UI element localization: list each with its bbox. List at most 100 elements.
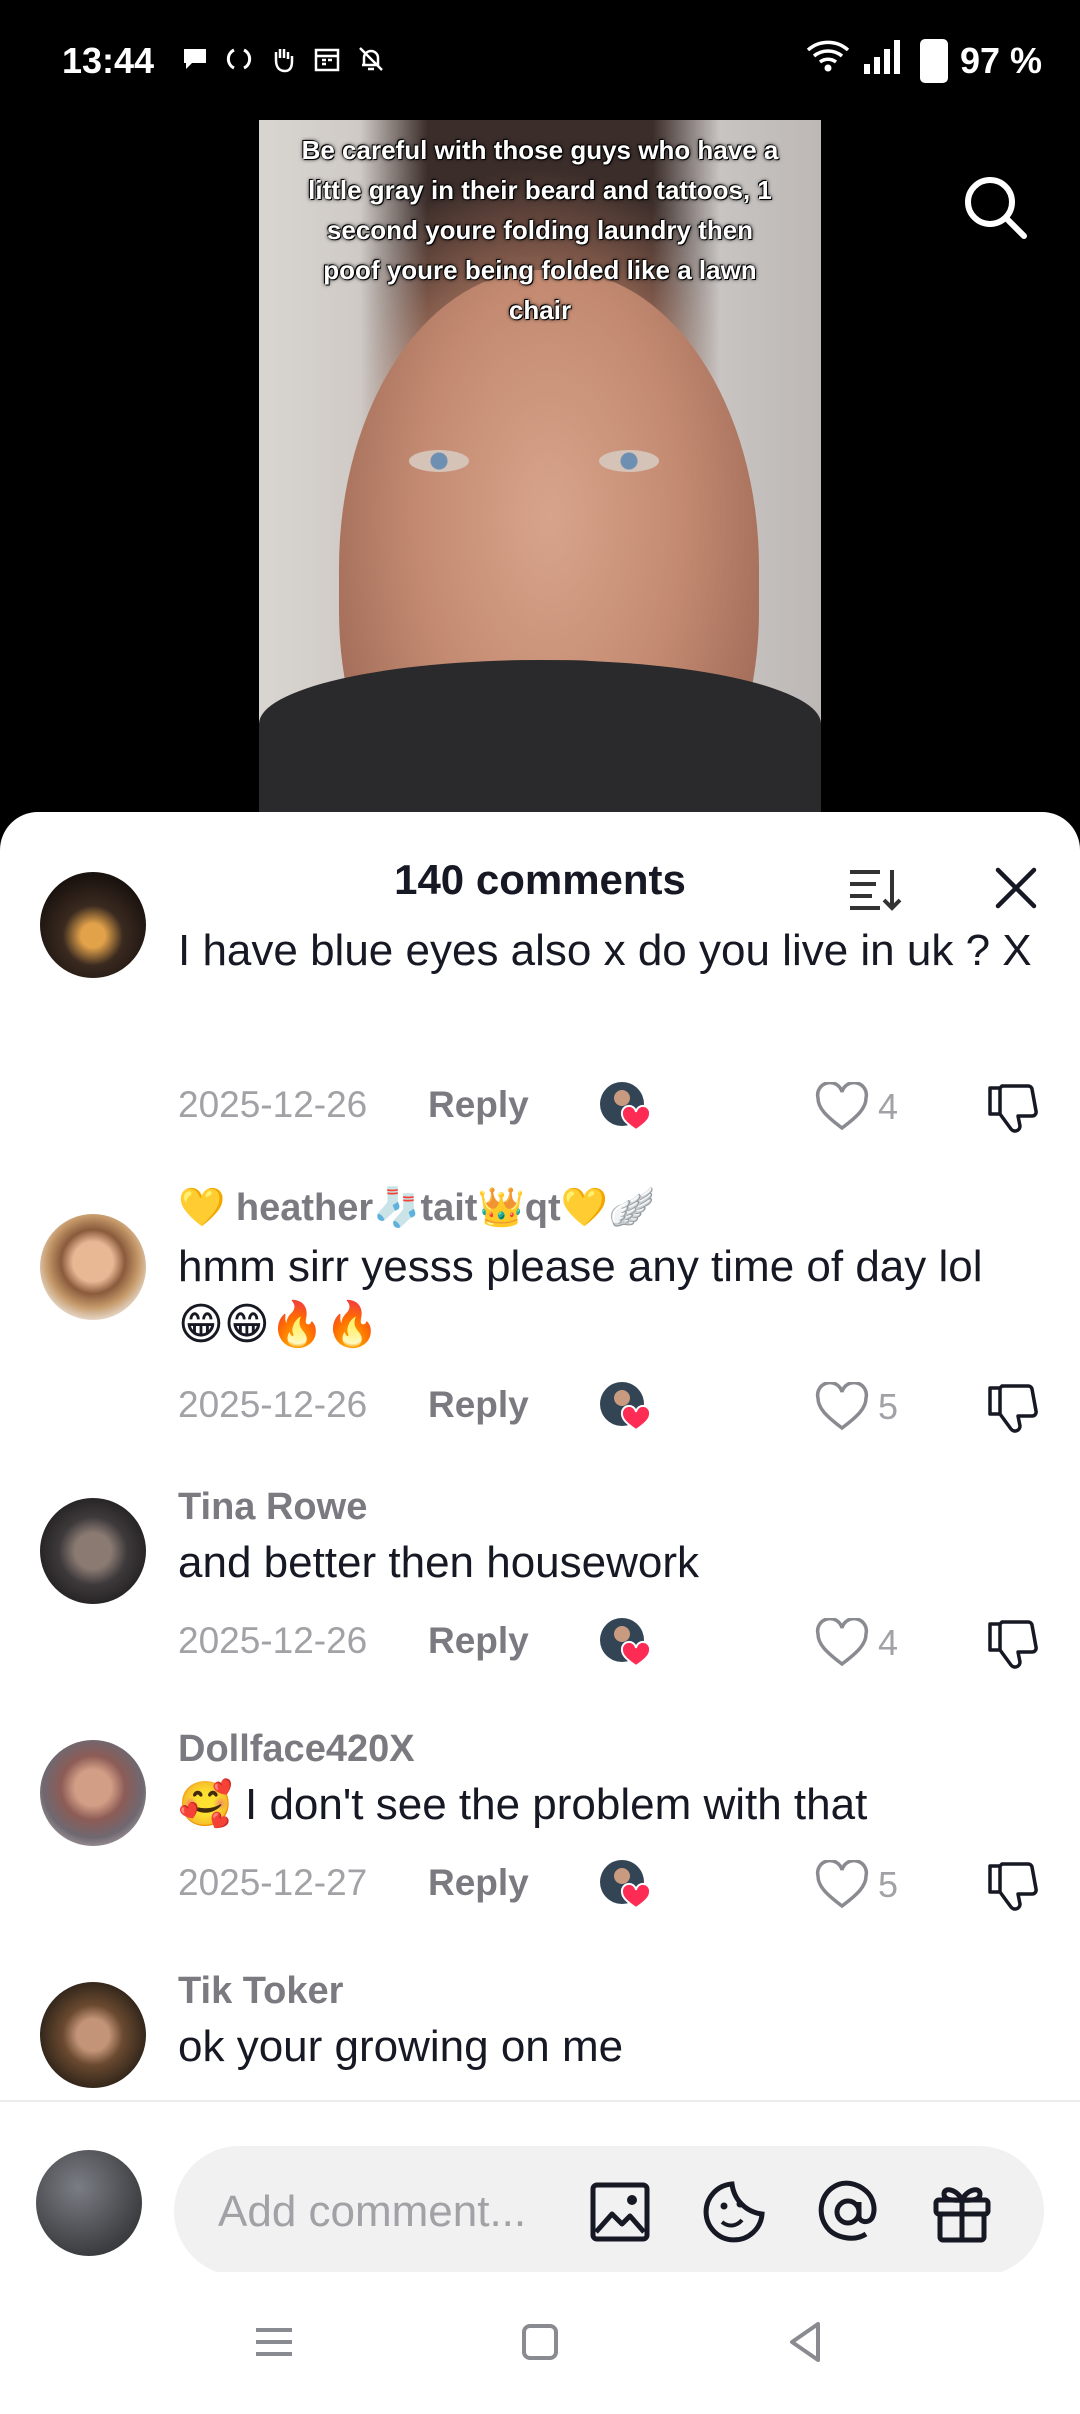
hand-icon <box>268 44 298 74</box>
comment-meta: 2025-12-27 Reply 5 <box>178 1856 1058 1912</box>
like-count: 5 <box>878 1386 899 1427</box>
video-player[interactable]: Be careful with those guys who have a li… <box>259 120 821 820</box>
close-button[interactable] <box>990 862 1042 914</box>
comment-username[interactable]: Tik Toker <box>178 1970 343 2013</box>
reply-button[interactable]: Reply <box>428 1384 529 1426</box>
wifi-icon <box>806 38 850 83</box>
like-count: 4 <box>878 1622 899 1663</box>
my-avatar[interactable] <box>36 2150 142 2256</box>
heart-icon <box>815 1380 869 1431</box>
dislike-button[interactable] <box>984 1858 1042 1914</box>
thumbs-down-icon <box>988 1384 1038 1433</box>
chat-bubble-icon <box>180 44 210 74</box>
comment-username[interactable]: Dollface420X <box>178 1728 415 1771</box>
like-count: 4 <box>878 1086 899 1127</box>
avatar[interactable] <box>40 1214 146 1320</box>
thumbs-down-icon <box>988 1620 1038 1669</box>
battery-icon <box>919 38 948 83</box>
video-eye-right <box>599 450 659 472</box>
comment-date: 2025-12-26 <box>178 1084 368 1125</box>
status-bar: 13:44 97 % <box>0 0 1080 120</box>
video-eye-left <box>409 450 469 472</box>
search-button[interactable] <box>960 172 1030 242</box>
heart-icon <box>815 1080 869 1131</box>
comments-title: 140 comments <box>394 856 686 903</box>
comment-text: and better then housework <box>178 1538 700 1587</box>
dislike-button[interactable] <box>984 1380 1042 1436</box>
comment-username[interactable]: Tina Rowe <box>178 1486 367 1529</box>
notifications-off-icon <box>356 44 386 74</box>
dislike-button[interactable] <box>984 1616 1042 1672</box>
comment-item: Tina Rowe and better then housework 2025… <box>0 1478 1080 1678</box>
reply-button[interactable]: Reply <box>428 1620 529 1662</box>
video-shirt <box>259 660 821 820</box>
comment-meta: 2025-12-26 Reply 4 <box>178 1614 1058 1670</box>
search-icon <box>965 177 1027 239</box>
sort-icon <box>850 870 902 911</box>
dislike-button[interactable] <box>984 1080 1042 1136</box>
image-button[interactable] <box>588 2180 652 2244</box>
comment-item: 💛 heather🧦tait👑qt💛🪽 hmm sirr yesss pleas… <box>0 1178 1080 1458</box>
comment-meta: 2025-12-26 Reply 5 <box>178 1378 1058 1434</box>
thumbs-down-icon <box>988 1084 1038 1133</box>
creator-liked-badge <box>598 1078 654 1134</box>
comment-date: 2025-12-26 <box>178 1620 368 1661</box>
comment-item: Tik Toker ok your growing on me <box>0 1962 1080 2100</box>
video-caption: Be careful with those guys who have a li… <box>301 135 779 325</box>
like-button[interactable] <box>814 1858 870 1910</box>
avatar[interactable] <box>40 1982 146 2088</box>
system-navbar <box>0 2272 1080 2414</box>
calendar-icon <box>312 44 342 74</box>
notification-icons <box>180 44 386 74</box>
heart-icon <box>815 1858 869 1909</box>
sticker-icon <box>703 2181 765 2243</box>
comment-date: 2025-12-26 <box>178 1384 368 1425</box>
comment-input[interactable] <box>216 2146 600 2278</box>
avatar[interactable] <box>40 1498 146 1604</box>
battery-percent: 97 % <box>959 39 1042 81</box>
comment-input-container <box>174 2146 1044 2278</box>
comment-item: Dollface420X 🥰 I don't see the problem w… <box>0 1720 1080 1920</box>
avatar[interactable] <box>40 872 146 978</box>
comment-composer <box>0 2102 1080 2278</box>
recent-apps-button[interactable] <box>244 2312 304 2372</box>
like-button[interactable] <box>814 1380 870 1432</box>
sync-icon <box>224 44 254 74</box>
comment-username[interactable]: 💛 heather🧦tait👑qt💛🪽 <box>178 1186 655 1230</box>
creator-liked-badge <box>598 1378 654 1434</box>
back-icon <box>790 2322 820 2362</box>
back-button[interactable] <box>776 2312 836 2372</box>
reply-button[interactable]: Reply <box>428 1084 529 1126</box>
gift-button[interactable] <box>930 2180 994 2244</box>
home-icon <box>522 2324 558 2360</box>
comment-item: I have blue eyes also x do you live in u… <box>0 872 1080 1134</box>
comment-date: 2025-12-27 <box>178 1862 368 1903</box>
like-button[interactable] <box>814 1080 870 1132</box>
sort-button[interactable] <box>848 864 902 914</box>
heart-icon <box>815 1616 869 1667</box>
comment-text: 🥰 I don't see the problem with that <box>178 1780 868 1829</box>
like-count: 5 <box>878 1864 899 1905</box>
sticker-button[interactable] <box>702 2180 766 2244</box>
like-button[interactable] <box>814 1616 870 1668</box>
comment-meta: 2025-12-26 Reply 4 <box>178 1078 1058 1134</box>
avatar[interactable] <box>40 1740 146 1846</box>
comments-sheet: 140 comments I have blue eyes also x do … <box>0 812 1080 2414</box>
reply-button[interactable]: Reply <box>428 1862 529 1904</box>
signal-icon <box>862 38 908 83</box>
menu-icon <box>256 2328 292 2356</box>
comment-text: I have blue eyes also x do you live in u… <box>178 926 1032 975</box>
gift-icon <box>933 2187 991 2243</box>
creator-liked-badge <box>598 1614 654 1670</box>
creator-liked-badge <box>598 1856 654 1912</box>
home-button[interactable] <box>510 2312 570 2372</box>
status-time: 13:44 <box>62 40 155 81</box>
close-icon <box>995 867 1037 909</box>
comments-header: 140 comments <box>0 812 1080 932</box>
mention-button[interactable] <box>816 2180 880 2244</box>
thumbs-down-icon <box>988 1862 1038 1911</box>
at-icon <box>818 2180 877 2241</box>
image-icon <box>590 2182 650 2242</box>
comment-text: ok your growing on me <box>178 2022 624 2071</box>
status-right: 97 % <box>806 38 1042 83</box>
